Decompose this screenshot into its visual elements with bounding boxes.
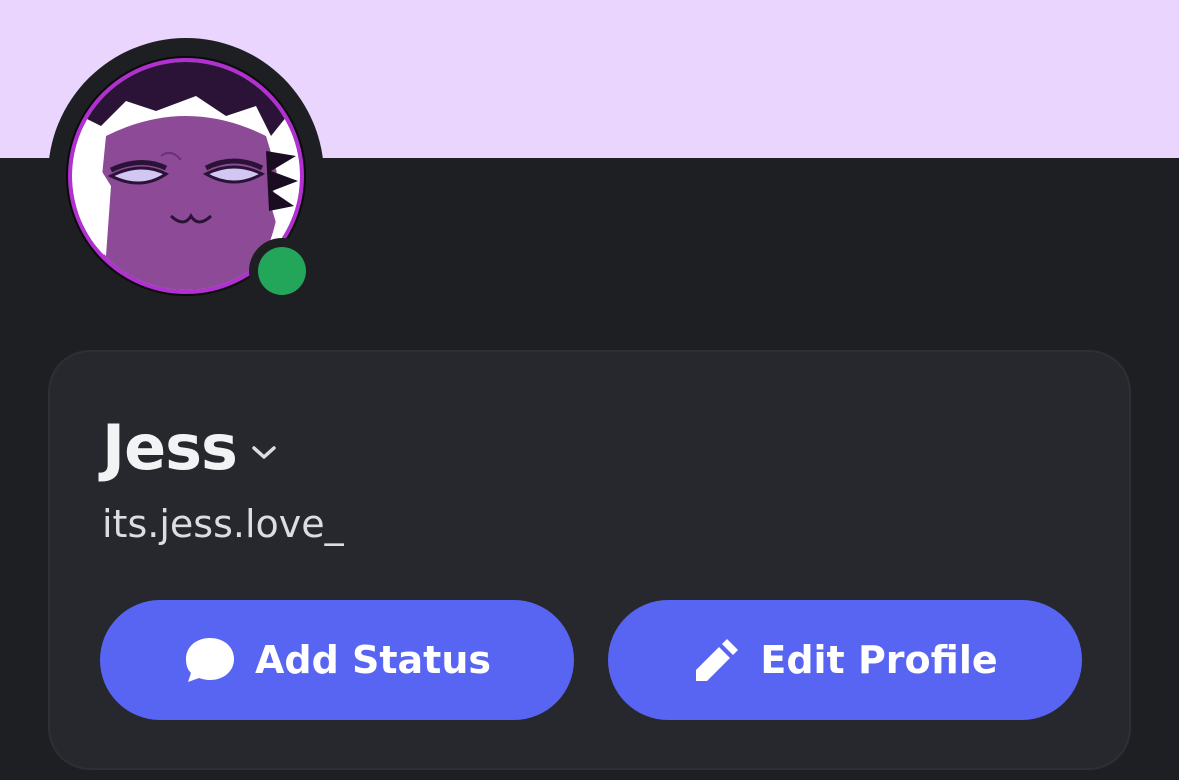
add-status-button[interactable]: Add Status xyxy=(100,600,574,720)
username: its.jess.love_ xyxy=(102,502,344,546)
online-status-indicator xyxy=(258,247,306,295)
profile-card: Jess its.jess.love_ Add Status Edit Prof… xyxy=(48,350,1131,770)
edit-profile-label: Edit Profile xyxy=(760,638,998,682)
edit-profile-button[interactable]: Edit Profile xyxy=(608,600,1082,720)
pencil-icon xyxy=(692,635,742,685)
chevron-down-icon[interactable] xyxy=(249,443,279,463)
profile-sheet: Jess its.jess.love_ Add Status Edit Prof… xyxy=(0,0,1179,780)
add-status-label: Add Status xyxy=(254,638,492,682)
display-name-row[interactable]: Jess xyxy=(102,408,279,488)
display-name: Jess xyxy=(102,411,238,484)
speech-bubble-icon xyxy=(183,635,237,685)
